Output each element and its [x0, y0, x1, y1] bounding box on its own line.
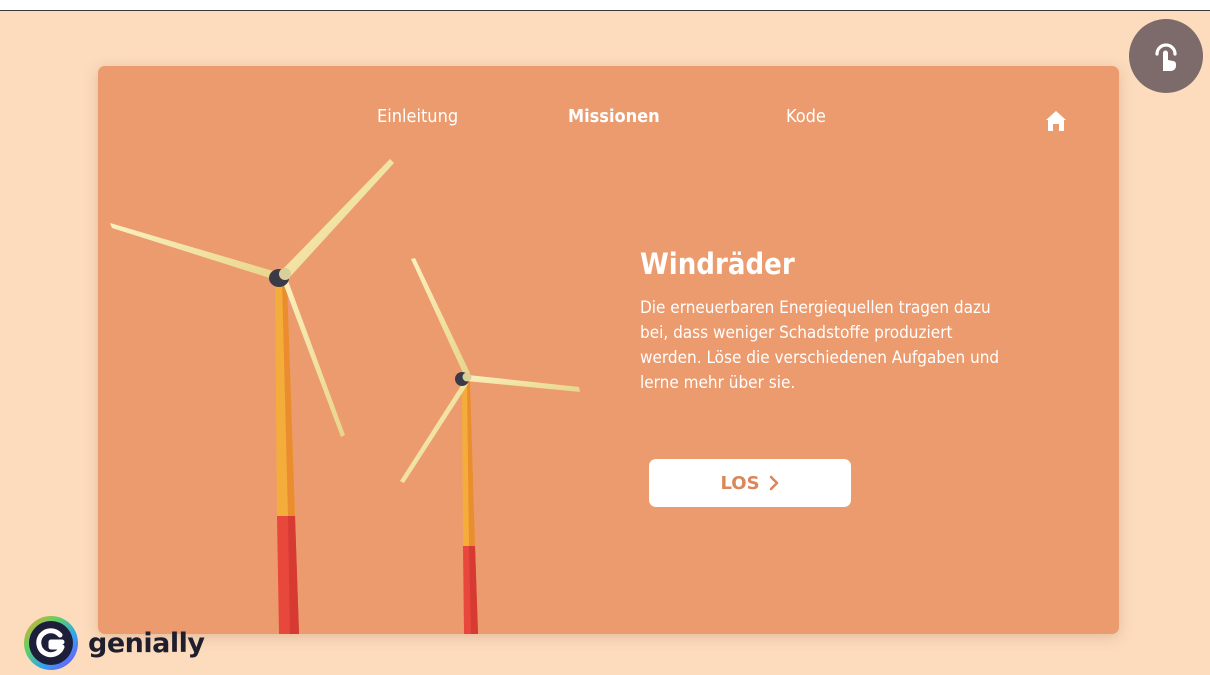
genially-logo-icon: [24, 616, 78, 670]
slide-card: Einleitung Missionen Kode Windräder Die …: [98, 66, 1119, 634]
intro-text: Die erneuerbaren Energiequellen tragen d…: [640, 298, 1000, 393]
genially-brand[interactable]: genially: [22, 613, 205, 673]
big-turbine: [110, 159, 394, 634]
los-button[interactable]: LOS: [649, 459, 851, 507]
los-button-label: LOS: [720, 472, 760, 494]
wind-turbines-illustration: [110, 159, 580, 634]
brand-name: genially: [88, 627, 205, 659]
home-icon: [1046, 111, 1066, 131]
chevron-right-icon: [769, 475, 778, 491]
home-button[interactable]: [1043, 108, 1069, 134]
page-title: Windräder: [640, 247, 795, 281]
touch-icon: [1155, 43, 1177, 71]
touch-toggle-button[interactable]: [1129, 19, 1203, 93]
nav-item-kode[interactable]: Kode: [786, 106, 826, 127]
small-turbine: [400, 258, 580, 634]
browser-top-line: [0, 0, 1210, 11]
